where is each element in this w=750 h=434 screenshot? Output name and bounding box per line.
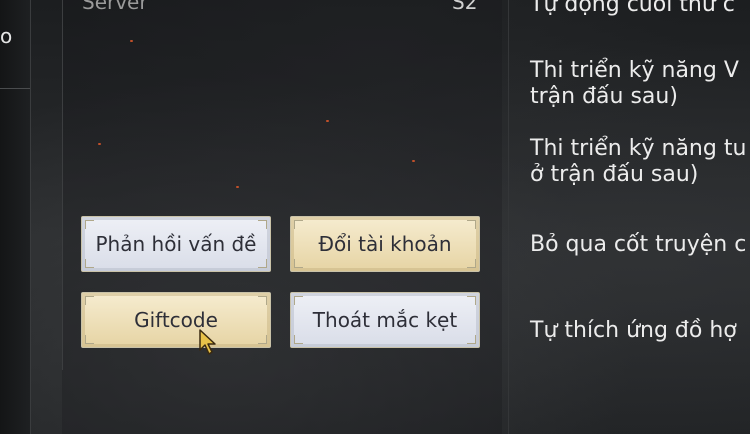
giftcode-button[interactable]: Giftcode bbox=[81, 292, 271, 348]
corner-ornament bbox=[85, 220, 94, 229]
option-skill-t-line2: ở trận đấu sau) bbox=[530, 162, 699, 187]
corner-ornament bbox=[85, 335, 94, 344]
arrow-cursor-icon bbox=[199, 329, 216, 355]
feedback-button-label: Phản hồi vấn đề bbox=[95, 232, 257, 256]
switch-account-button-label: Đổi tài khoản bbox=[318, 232, 452, 256]
corner-ornament bbox=[258, 259, 267, 268]
option-auto-end: Tự động cuối thứ c bbox=[530, 0, 735, 17]
corner-ornament bbox=[85, 259, 94, 268]
corner-ornament bbox=[258, 335, 267, 344]
corner-ornament bbox=[294, 296, 303, 305]
left-panel-divider bbox=[0, 88, 30, 89]
option-skill-t-line1: Thi triển kỹ năng tu bbox=[530, 136, 747, 161]
corner-ornament bbox=[294, 220, 303, 229]
panel-left-border bbox=[62, 0, 63, 370]
corner-ornament bbox=[258, 220, 267, 229]
corner-ornament bbox=[467, 220, 476, 229]
option-auto-equip: Tự thích ứng đồ hợ bbox=[530, 318, 737, 343]
panel-right-border bbox=[508, 0, 509, 434]
corner-ornament bbox=[294, 259, 303, 268]
option-skip-story: Bỏ qua cốt truyện c bbox=[530, 232, 747, 257]
corner-ornament bbox=[467, 259, 476, 268]
corner-ornament bbox=[467, 335, 476, 344]
server-value: S2 bbox=[452, 0, 478, 14]
option-skill-v-line1: Thi triển kỹ năng V bbox=[530, 58, 739, 83]
server-label: Server bbox=[82, 0, 148, 14]
switch-account-button[interactable]: Đổi tài khoản bbox=[290, 216, 480, 272]
corner-ornament bbox=[294, 335, 303, 344]
left-side-panel: o bbox=[0, 0, 31, 434]
corner-ornament bbox=[258, 296, 267, 305]
left-panel-partial-text: o bbox=[0, 24, 13, 48]
unstuck-button-label: Thoát mắc kẹt bbox=[312, 308, 458, 332]
option-skill-v-line2: trận đấu sau) bbox=[530, 84, 678, 109]
corner-ornament bbox=[85, 296, 94, 305]
unstuck-button[interactable]: Thoát mắc kẹt bbox=[290, 292, 480, 348]
feedback-button[interactable]: Phản hồi vấn đề bbox=[81, 216, 271, 272]
corner-ornament bbox=[467, 296, 476, 305]
